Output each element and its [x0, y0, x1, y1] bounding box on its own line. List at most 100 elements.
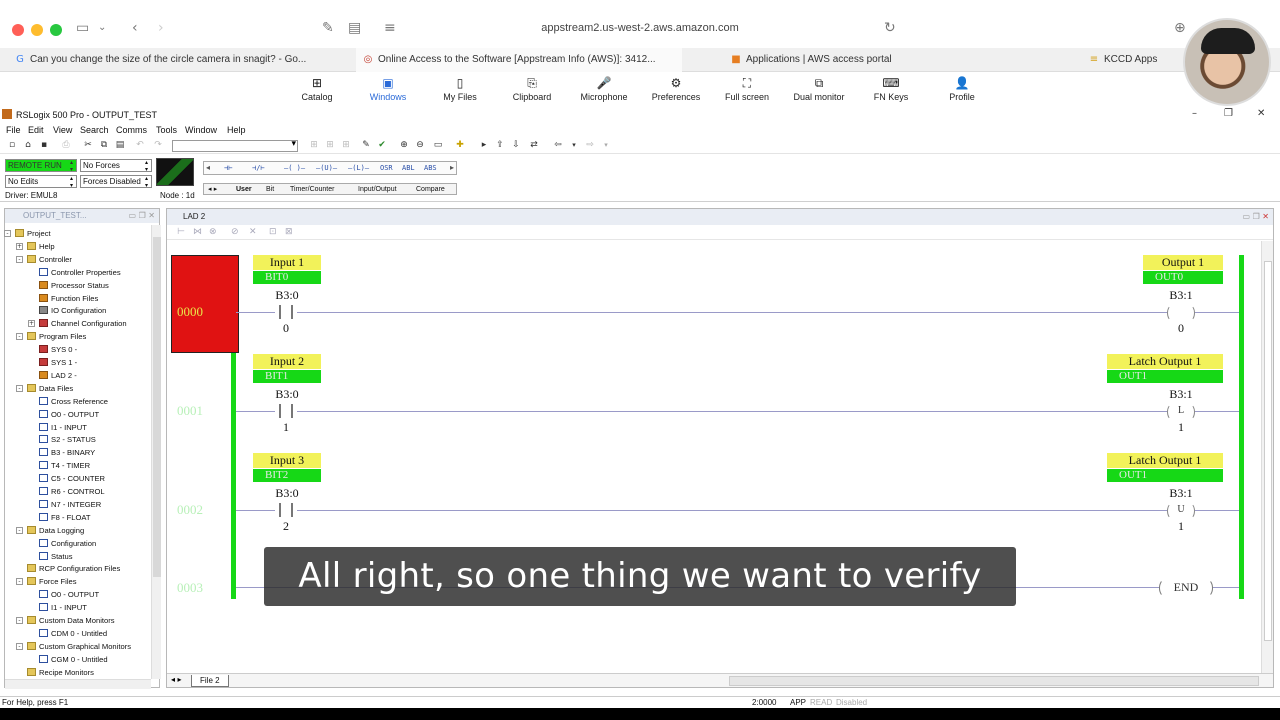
abs-instruction[interactable]: ABS [424, 162, 437, 175]
cancel-tool-icon[interactable]: ✕ [249, 227, 257, 237]
menu-tools[interactable]: Tools [156, 125, 177, 135]
tree-item[interactable]: CDM 0 - Untitled [39, 628, 107, 639]
tree-item[interactable]: Status [39, 551, 73, 562]
profile-button[interactable]: 👤 Profile [926, 76, 998, 102]
delete-tool-icon[interactable]: ⊗ [209, 227, 217, 237]
upload-icon[interactable]: ⇪ [494, 140, 506, 151]
tree-expander[interactable]: + [16, 242, 23, 250]
minimize-icon[interactable]: – [1192, 108, 1197, 119]
tree-item[interactable]: Data Files [27, 383, 73, 394]
file-tab-nav-icon[interactable]: ◂ ▸ [171, 675, 182, 684]
tree-scrollbar[interactable] [151, 225, 161, 679]
window-controls-icon[interactable]: ▭ ❐ ✕ [1242, 209, 1269, 225]
ladder-hscrollbar[interactable] [729, 676, 1259, 686]
tree-item[interactable]: CGM 0 - Untitled [39, 654, 108, 665]
output-coil[interactable]: L [1167, 404, 1195, 420]
tree-item[interactable]: SYS 0 - [39, 344, 77, 355]
verify-project-icon[interactable]: ⊞ [340, 140, 352, 151]
tree-expander[interactable]: - [16, 333, 23, 341]
tree-item[interactable]: O0 - OUTPUT [39, 589, 99, 600]
tab-compare[interactable]: Compare [416, 184, 445, 195]
window-icon[interactable]: ▭ [432, 140, 444, 151]
full-screen-button[interactable]: ⛶ Full screen [711, 76, 783, 102]
menu-comms[interactable]: Comms [116, 125, 147, 135]
xic-contact[interactable] [275, 404, 297, 418]
tree-hscrollbar[interactable] [5, 679, 151, 689]
tree-item[interactable]: S2 - STATUS [39, 434, 96, 445]
tree-item[interactable]: I1 - INPUT [39, 422, 87, 433]
tree-item[interactable]: Processor Status [39, 280, 109, 291]
clipboard-button[interactable]: ⎘ Clipboard [496, 76, 568, 102]
tab-timer-counter[interactable]: Timer/Counter [290, 184, 334, 195]
tree-item[interactable]: Cross Reference [39, 396, 108, 407]
chevron-down-icon[interactable]: ⌄ [98, 22, 106, 33]
output-coil[interactable] [1167, 305, 1195, 321]
nav-forward-icon[interactable]: ⇨ [584, 140, 596, 151]
ote-instruction[interactable]: –( )– [284, 162, 305, 175]
scroll-thumb[interactable] [1264, 261, 1272, 641]
tree-item[interactable]: Controller Properties [39, 267, 121, 278]
tree-item[interactable]: N7 - INTEGER [39, 499, 101, 510]
zoom-window-button[interactable] [50, 24, 62, 36]
tab-kccd-apps[interactable]: ≡ KCCD Apps [1082, 48, 1182, 72]
window-controls-icon[interactable]: ▭ ❐ ✕ [128, 209, 155, 223]
page-menu-icon[interactable]: ≡ [384, 20, 396, 36]
undo-icon[interactable]: ↶ [134, 140, 146, 151]
close-icon[interactable]: ✕ [1257, 108, 1265, 119]
verify-file-icon[interactable]: ⊞ [324, 140, 336, 151]
tree-item[interactable]: SYS 1 - [39, 357, 77, 368]
tree-item[interactable]: Custom Graphical Monitors [27, 641, 131, 652]
verify-icon[interactable]: ⊞ [308, 140, 320, 151]
close-window-button[interactable] [12, 24, 24, 36]
menu-window[interactable]: Window [185, 125, 217, 135]
xio-instruction[interactable]: ⊣/⊢ [252, 162, 265, 175]
download-icon[interactable]: ⇩ [510, 140, 522, 151]
copy-icon[interactable]: ⧉ [98, 140, 110, 151]
xic-contact[interactable] [275, 305, 297, 319]
ladder-vscrollbar[interactable] [1261, 241, 1273, 673]
print-icon[interactable]: ⎙ [60, 140, 72, 151]
end-instruction[interactable]: END [1159, 579, 1213, 597]
nav-forward-dropdown-icon[interactable]: ▾ [600, 140, 612, 151]
tree-item[interactable]: F8 - FLOAT [39, 512, 91, 523]
accept-tool-icon[interactable]: ⊘ [231, 227, 239, 237]
extension-icon[interactable]: ✎ [322, 20, 334, 36]
menu-help[interactable]: Help [227, 125, 246, 135]
tree-expander[interactable]: - [16, 384, 23, 392]
tree-expander[interactable]: + [28, 320, 35, 328]
nav-dropdown-icon[interactable]: ▾ [568, 140, 580, 151]
restore-icon[interactable]: ❐ [1224, 108, 1233, 119]
tab-user[interactable]: User [236, 184, 252, 195]
back-icon[interactable]: ‹ [132, 20, 138, 36]
zoom-out-icon[interactable]: ⊖ [414, 140, 426, 151]
menu-view[interactable]: View [53, 125, 72, 135]
tree-item[interactable]: C5 - COUNTER [39, 473, 105, 484]
tree-item[interactable]: Force Files [27, 576, 77, 587]
tab-bit[interactable]: Bit [266, 184, 274, 195]
edits-select[interactable]: No Edits [5, 175, 77, 189]
tree-item[interactable]: Controller [27, 254, 72, 265]
abl-instruction[interactable]: ABL [402, 162, 415, 175]
otl-instruction[interactable]: –(L)– [348, 162, 369, 175]
tree-item[interactable]: Recipe Monitors [27, 667, 94, 678]
tree-item[interactable]: Project [15, 228, 51, 239]
sidebar-icon[interactable]: ▭ [76, 20, 89, 36]
forces-enabled-select[interactable]: Forces Disabled [80, 175, 152, 189]
tree-item[interactable]: Data Logging [27, 525, 84, 536]
online-icon[interactable]: ⇄ [528, 140, 540, 151]
fn-keys-button[interactable]: ⌨ FN Keys [855, 76, 927, 102]
tree-item[interactable]: R6 - CONTROL [39, 486, 105, 497]
new-icon[interactable]: ▫ [6, 140, 18, 151]
search-combo[interactable] [172, 139, 298, 152]
xic-instruction[interactable]: ⊣⊢ [224, 162, 232, 175]
open-icon[interactable]: ⌂ [22, 140, 34, 151]
tree-item[interactable]: LAD 2 - [39, 370, 77, 381]
tree-expander[interactable]: - [16, 255, 23, 263]
catalog-button[interactable]: ⊞ Catalog [281, 76, 353, 102]
forward-icon[interactable]: › [158, 20, 164, 36]
tab-aws-portal[interactable]: ■ Applications | AWS access portal [724, 48, 974, 72]
tab-appstream-info[interactable]: ◎ Online Access to the Software [Appstrea… [356, 48, 682, 72]
processor-mode-select[interactable]: REMOTE RUN [5, 159, 77, 173]
tree-item[interactable]: O0 - OUTPUT [39, 409, 99, 420]
downloads-icon[interactable]: ⊕ [1174, 20, 1186, 36]
